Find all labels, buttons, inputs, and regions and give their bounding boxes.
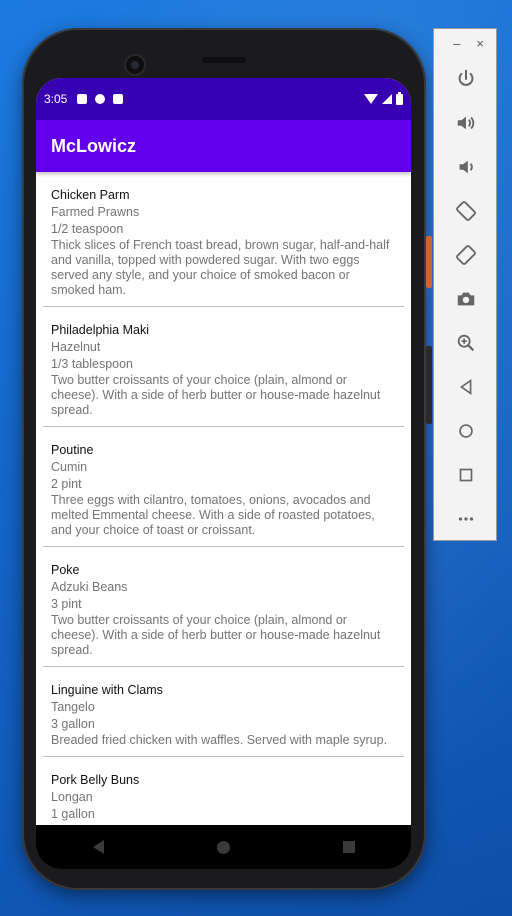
- list-item[interactable]: Poke Adzuki Beans 3 pint Two butter croi…: [43, 547, 404, 667]
- app-title: McLowicz: [51, 135, 137, 156]
- recipe-description: Thick slices of French toast bread, brow…: [51, 238, 390, 297]
- rotate-right-icon[interactable]: [434, 233, 498, 277]
- recipe-measure: 3 pint: [51, 597, 82, 611]
- sd-card-icon: [113, 94, 124, 104]
- back-icon[interactable]: [434, 365, 498, 409]
- camera-icon[interactable]: [434, 277, 498, 321]
- status-time: 3:05: [44, 92, 68, 106]
- list-item[interactable]: Philadelphia Maki Hazelnut 1/3 tablespoo…: [43, 307, 404, 427]
- recipe-description: Three eggs with cilantro, tomatoes, onio…: [51, 493, 375, 537]
- emulator-toolbar: – ×: [433, 28, 497, 541]
- recipe-measure: 1 gallon: [51, 807, 95, 821]
- overview-icon[interactable]: [434, 453, 498, 497]
- rotate-left-icon[interactable]: [434, 189, 498, 233]
- volume-up-icon[interactable]: [434, 101, 498, 145]
- close-button[interactable]: ×: [476, 36, 484, 51]
- nav-back-icon[interactable]: [92, 840, 104, 854]
- recipe-name: Poutine: [51, 443, 94, 457]
- power-icon[interactable]: [434, 57, 498, 101]
- recipe-ingredient: Hazelnut: [51, 340, 101, 354]
- recipe-description: Breaded fried chicken with waffles. Serv…: [51, 733, 388, 747]
- nav-overview-icon[interactable]: [342, 841, 355, 853]
- phone-volume-button[interactable]: [426, 346, 432, 424]
- notification-a-icon: [77, 94, 88, 104]
- phone-screen: 3:05 McLowicz Chicken Parm Farmed Prawns…: [36, 78, 411, 825]
- nav-home-icon[interactable]: [216, 840, 230, 854]
- recipe-name: Chicken Parm: [51, 188, 130, 202]
- notification-p-icon: [95, 94, 106, 104]
- minimize-button[interactable]: –: [453, 36, 460, 51]
- front-camera: [126, 56, 144, 74]
- recipe-ingredient: Longan: [51, 790, 93, 804]
- earpiece-speaker: [202, 57, 246, 63]
- recipe-description: Two butter croissants of your choice (pl…: [51, 613, 381, 657]
- recipe-ingredient: Tangelo: [51, 700, 95, 714]
- recipe-ingredient: Cumin: [51, 460, 88, 474]
- recipe-measure: 1/3 tablespoon: [51, 357, 134, 371]
- recipe-ingredient: Adzuki Beans: [51, 580, 128, 594]
- volume-down-icon[interactable]: [434, 145, 498, 189]
- wifi-icon: [364, 94, 378, 104]
- zoom-icon[interactable]: [434, 321, 498, 365]
- phone-power-button[interactable]: [426, 236, 432, 288]
- recipe-name: Pork Belly Buns: [51, 773, 140, 787]
- signal-icon: [382, 94, 392, 104]
- list-item[interactable]: Linguine with Clams Tangelo 3 gallon Bre…: [43, 667, 404, 757]
- recipe-ingredient: Farmed Prawns: [51, 205, 140, 219]
- navigation-bar: [36, 825, 411, 869]
- more-icon[interactable]: [434, 497, 498, 541]
- recipe-name: Linguine with Clams: [51, 683, 163, 697]
- list-item[interactable]: Poutine Cumin 2 pint Three eggs with cil…: [43, 427, 404, 547]
- home-icon[interactable]: [434, 409, 498, 453]
- list-item[interactable]: Chicken Parm Farmed Prawns 1/2 teaspoon …: [43, 172, 404, 307]
- status-bar: 3:05: [36, 78, 411, 120]
- recipe-description: Two butter croissants of your choice (pl…: [51, 373, 381, 417]
- recipe-list[interactable]: Chicken Parm Farmed Prawns 1/2 teaspoon …: [36, 172, 411, 825]
- recipe-name: Poke: [51, 563, 80, 577]
- recipe-measure: 3 gallon: [51, 717, 95, 731]
- recipe-measure: 2 pint: [51, 477, 82, 491]
- status-indicators: [364, 91, 403, 105]
- list-item[interactable]: Pork Belly Buns Longan 1 gallon: [43, 757, 404, 825]
- recipe-name: Philadelphia Maki: [51, 323, 149, 337]
- emulator-window-controls: – ×: [434, 29, 496, 57]
- recipe-measure: 1/2 teaspoon: [51, 222, 124, 236]
- battery-icon: [396, 91, 403, 105]
- app-bar: McLowicz: [36, 120, 411, 172]
